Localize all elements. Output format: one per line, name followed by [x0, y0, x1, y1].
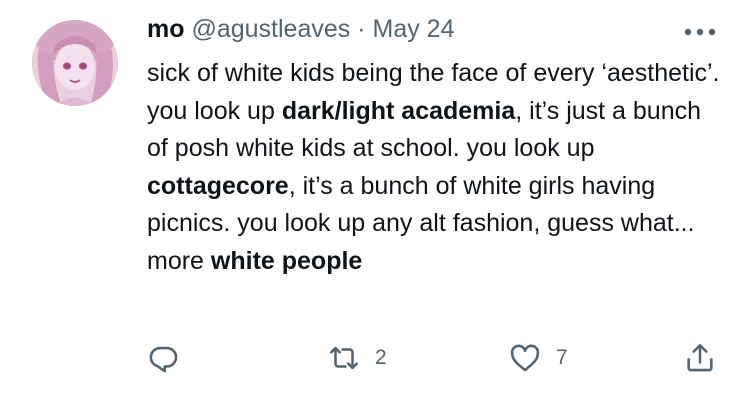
tweet-text-bold-segment: white people [210, 246, 363, 275]
tweet-date[interactable]: May 24 [373, 15, 455, 43]
share-button[interactable] [683, 338, 717, 378]
avatar-image [32, 20, 118, 106]
retweet-icon [329, 346, 359, 370]
retweet-button[interactable]: 2 [327, 338, 387, 378]
tweet-header: mo @agustleaves · May 24 [147, 14, 454, 44]
more-options-icon[interactable] [680, 24, 720, 40]
like-count: 7 [556, 346, 568, 369]
tweet-text-bold-segment: dark/light academia [281, 96, 516, 125]
share-icon [687, 343, 713, 372]
retweet-count: 2 [375, 346, 387, 369]
heart-icon [510, 344, 540, 372]
reply-icon [149, 346, 178, 373]
tweet-text-bold-segment: cottagecore [147, 171, 289, 200]
display-name[interactable]: mo [147, 15, 185, 43]
separator-dot: · [357, 15, 366, 43]
like-button[interactable]: 7 [508, 338, 568, 378]
user-handle[interactable]: @agustleaves [191, 15, 350, 43]
tweet: mo @agustleaves · May 24 sick of white k… [0, 0, 750, 400]
avatar[interactable] [32, 20, 118, 106]
reply-button[interactable] [147, 338, 181, 378]
tweet-text: sick of white kids being the face of eve… [147, 55, 727, 280]
